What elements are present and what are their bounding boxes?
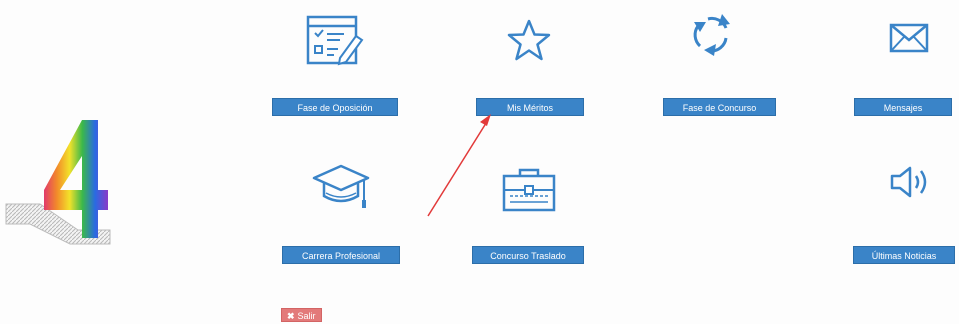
form-icon[interactable] <box>304 14 366 68</box>
graduation-cap-icon[interactable] <box>310 160 372 212</box>
exit-label: Salir <box>297 311 316 321</box>
refresh-icon[interactable] <box>686 10 736 60</box>
mis-meritos-button[interactable]: Mis Méritos <box>476 98 584 116</box>
fase-oposicion-button[interactable]: Fase de Oposición <box>272 98 398 116</box>
briefcase-icon[interactable] <box>500 166 558 214</box>
speaker-icon[interactable] <box>888 164 932 200</box>
envelope-icon[interactable] <box>888 22 930 54</box>
carrera-profesional-button[interactable]: Carrera Profesional <box>282 246 400 264</box>
exit-button[interactable]: ✖ Salir <box>281 308 322 322</box>
site-logo <box>5 120 111 245</box>
fase-concurso-button[interactable]: Fase de Concurso <box>663 98 776 116</box>
annotation-arrow <box>427 114 491 217</box>
star-icon[interactable] <box>506 18 552 62</box>
ultimas-noticias-button[interactable]: Últimas Noticias <box>853 246 955 264</box>
mensajes-button[interactable]: Mensajes <box>854 98 952 116</box>
close-icon: ✖ <box>287 311 295 321</box>
concurso-traslado-button[interactable]: Concurso Traslado <box>472 246 584 264</box>
